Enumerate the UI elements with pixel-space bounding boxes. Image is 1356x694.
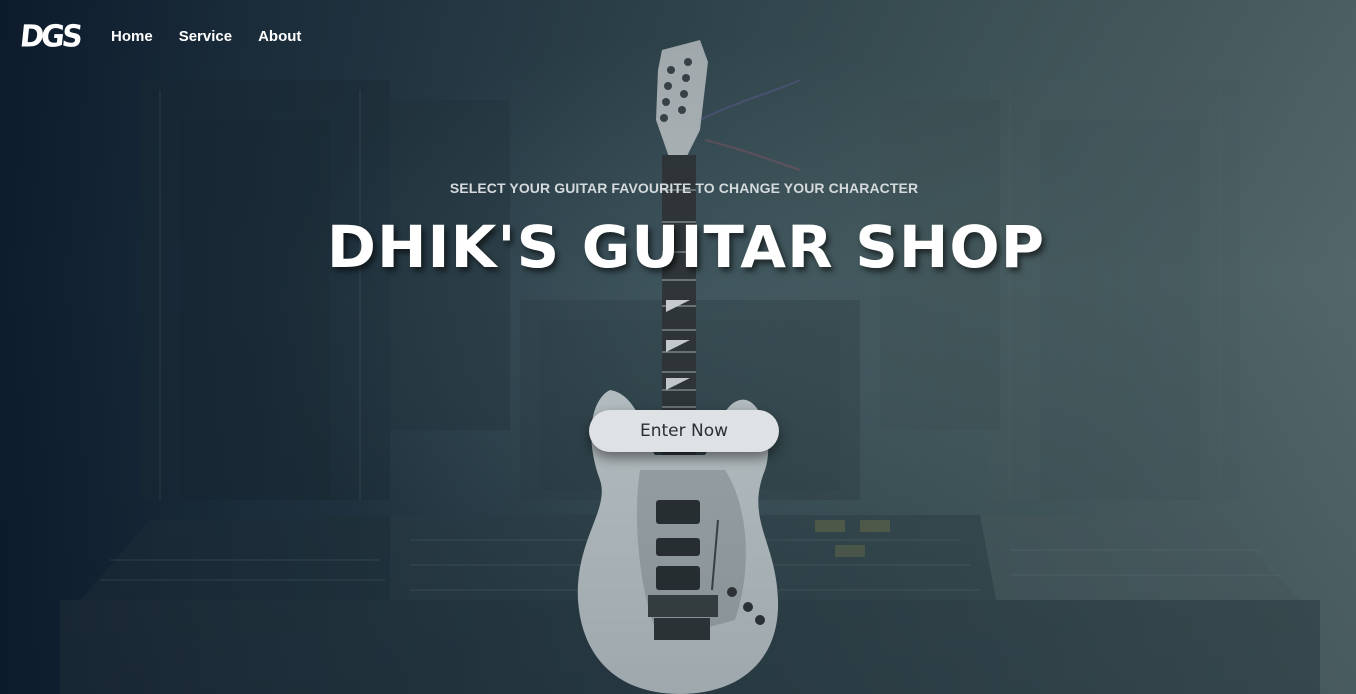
nav-link-service[interactable]: Service (179, 28, 232, 45)
hero-subtitle: SELECT YOUR GUITAR FAVOURITE TO CHANGE Y… (449, 180, 919, 196)
nav-link-home[interactable]: Home (111, 28, 153, 45)
background-overlay (0, 0, 1356, 694)
nav-links: Home Service About (111, 28, 301, 45)
logo[interactable]: DGS (18, 18, 82, 54)
top-nav: DGS Home Service About (18, 18, 301, 54)
hero-title: DHIK'S GUITAR SHOP (326, 213, 1046, 281)
enter-now-button[interactable]: Enter Now (589, 410, 779, 452)
nav-link-about[interactable]: About (258, 28, 301, 45)
hero-section: DGS Home Service About SELECT YOUR GUITA… (0, 0, 1356, 694)
